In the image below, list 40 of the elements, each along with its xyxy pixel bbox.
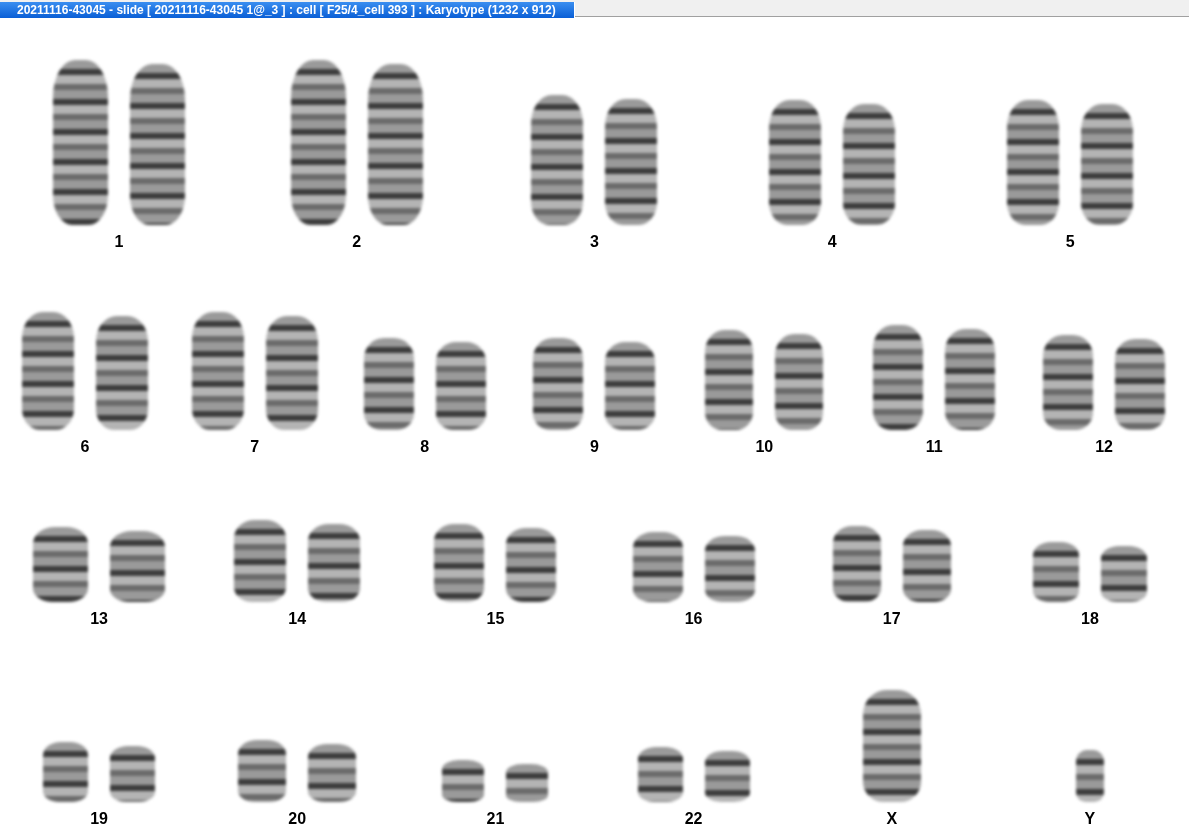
chromosome-label: 15 <box>486 610 505 628</box>
chromosome-label: 8 <box>420 438 430 456</box>
chromosome-label: 1 <box>114 233 124 251</box>
chromosome-label: 17 <box>882 610 901 628</box>
chromosome-image <box>1032 542 1079 602</box>
chromosome-label: 9 <box>590 438 599 456</box>
chromosome-label: 19 <box>90 810 108 828</box>
chromosome-label: 10 <box>755 438 774 456</box>
chromosome-label: 2 <box>352 233 362 251</box>
chromosome-label: 3 <box>590 233 599 251</box>
chromosome-image <box>637 747 683 802</box>
chromosome-image <box>43 742 89 802</box>
chromosome-image <box>506 764 549 802</box>
chromosome-label: 21 <box>486 810 505 828</box>
chromosome-image <box>704 536 755 602</box>
chromosome-label: 11 <box>925 438 943 456</box>
chromosome-label: 7 <box>250 438 260 456</box>
chromosome-label: 6 <box>80 438 90 456</box>
chromosome-label: Y <box>1084 810 1096 828</box>
chromosome-label: 4 <box>827 233 837 251</box>
chromosome-image <box>1075 750 1104 802</box>
chromosome-image <box>442 760 485 802</box>
chromosome-image <box>110 531 166 602</box>
window-title: 20211116-43045 - slide [ 20211116-43045 1@_3 ] : cell [ F25/4_cell 393 ] : Karyotype (1232 x 912) <box>0 2 575 18</box>
chromosome-label: 13 <box>90 610 108 628</box>
chromosome-label: 20 <box>288 810 307 828</box>
chromosome-image <box>632 532 683 602</box>
chromosome-image <box>308 744 357 802</box>
chromosome-label: 16 <box>684 610 703 628</box>
chromosome-label: 22 <box>684 810 703 828</box>
chromosome-label: 14 <box>288 610 307 628</box>
chromosome-image <box>110 746 156 802</box>
chromosome-label: 18 <box>1081 610 1099 628</box>
chromosome-label: X <box>886 810 898 828</box>
chromosome-image <box>238 740 287 802</box>
chromosome-label: 12 <box>1095 438 1113 456</box>
chromosome-image <box>902 530 951 602</box>
chromosome-image <box>1100 546 1147 602</box>
chromosome-label: 5 <box>1065 233 1075 251</box>
chromosome-image <box>704 751 750 802</box>
